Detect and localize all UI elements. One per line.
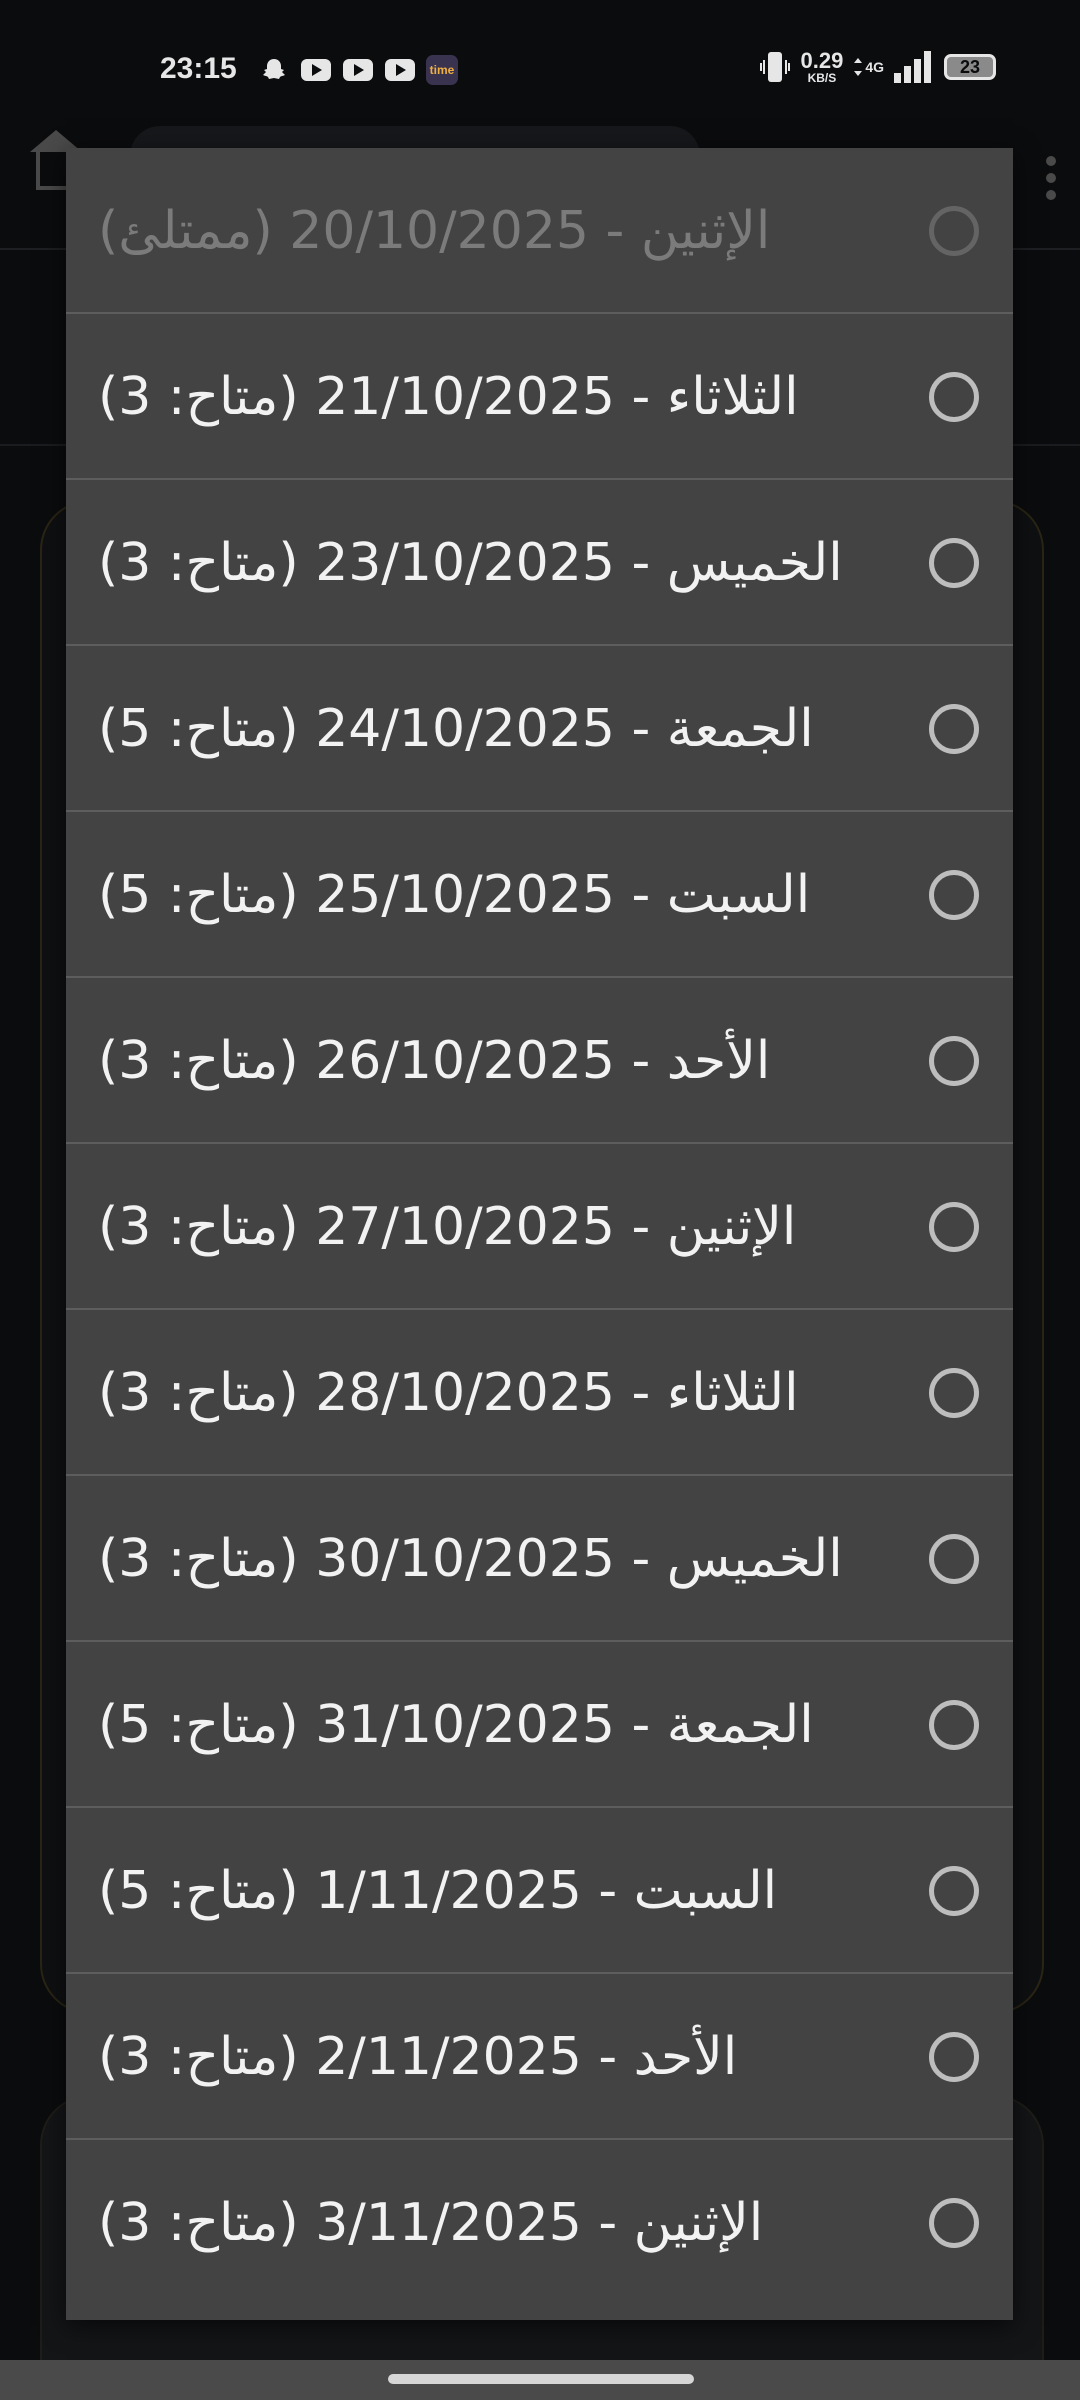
date-option-label: الخميس - 30/10/2025 (متاح: 3) bbox=[98, 1529, 843, 1589]
net-speed: 0.29 KB/S bbox=[800, 48, 844, 85]
radio-button[interactable] bbox=[929, 704, 979, 754]
radio-button[interactable] bbox=[929, 1036, 979, 1086]
date-option-label: الجمعة - 31/10/2025 (متاح: 5) bbox=[98, 1695, 814, 1755]
signal-icon bbox=[894, 51, 931, 83]
notification-icons: time bbox=[258, 55, 458, 85]
radio-button[interactable] bbox=[929, 1202, 979, 1252]
date-option[interactable]: الإثنين - 3/11/2025 (متاح: 3) bbox=[66, 2140, 1013, 2306]
overflow-menu-icon bbox=[1046, 156, 1056, 200]
status-time: 23:15 bbox=[160, 52, 237, 85]
data-arrows-icon bbox=[854, 58, 863, 76]
youtube-icon bbox=[342, 56, 374, 84]
vibrate-icon bbox=[760, 52, 791, 82]
radio-button[interactable] bbox=[929, 870, 979, 920]
date-option-label: الإثنين - 27/10/2025 (متاح: 3) bbox=[98, 1197, 797, 1257]
date-option-label: السبت - 25/10/2025 (متاح: 5) bbox=[98, 865, 811, 925]
date-option[interactable]: الجمعة - 31/10/2025 (متاح: 5) bbox=[66, 1642, 1013, 1808]
network-type: 4G bbox=[865, 59, 884, 75]
home-gesture-bar[interactable] bbox=[388, 2374, 694, 2384]
date-option[interactable]: الخميس - 23/10/2025 (متاح: 3) bbox=[66, 480, 1013, 646]
date-option[interactable]: السبت - 1/11/2025 (متاح: 5) bbox=[66, 1808, 1013, 1974]
radio-button[interactable] bbox=[929, 538, 979, 588]
date-option[interactable]: السبت - 25/10/2025 (متاح: 5) bbox=[66, 812, 1013, 978]
date-option-label: الخميس - 23/10/2025 (متاح: 3) bbox=[98, 533, 843, 593]
date-option[interactable]: الأحد - 2/11/2025 (متاح: 3) bbox=[66, 1974, 1013, 2140]
date-option[interactable]: الثلاثاء - 28/10/2025 (متاح: 3) bbox=[66, 1310, 1013, 1476]
radio-button[interactable] bbox=[929, 1866, 979, 1916]
date-option-label: الإثنين - 3/11/2025 (متاح: 3) bbox=[98, 2193, 764, 2253]
date-option[interactable]: الأحد - 26/10/2025 (متاح: 3) bbox=[66, 978, 1013, 1144]
radio-button bbox=[929, 206, 979, 256]
date-option: الإثنين - 20/10/2025 (ممتلئ) bbox=[66, 148, 1013, 314]
system-icons: 0.29 KB/S 4G 23 bbox=[760, 50, 996, 84]
snapchat-icon bbox=[258, 56, 290, 84]
date-option-label: الثلاثاء - 28/10/2025 (متاح: 3) bbox=[98, 1363, 799, 1423]
battery-icon: 23 bbox=[944, 54, 996, 80]
date-option-label: الجمعة - 24/10/2025 (متاح: 5) bbox=[98, 699, 814, 759]
date-option-label: الأحد - 26/10/2025 (متاح: 3) bbox=[98, 1031, 771, 1091]
radio-button[interactable] bbox=[929, 372, 979, 422]
date-option-label: الإثنين - 20/10/2025 (ممتلئ) bbox=[98, 201, 771, 261]
radio-button[interactable] bbox=[929, 2198, 979, 2248]
radio-button[interactable] bbox=[929, 1534, 979, 1584]
date-option-label: السبت - 1/11/2025 (متاح: 5) bbox=[98, 1861, 778, 1921]
radio-button[interactable] bbox=[929, 2032, 979, 2082]
date-option[interactable]: الخميس - 30/10/2025 (متاح: 3) bbox=[66, 1476, 1013, 1642]
radio-button[interactable] bbox=[929, 1700, 979, 1750]
time-app-icon: time bbox=[426, 55, 458, 85]
status-bar: 23:15 time 0.29 KB/S 4G 23 bbox=[0, 0, 1080, 140]
date-option-label: الأحد - 2/11/2025 (متاح: 3) bbox=[98, 2027, 738, 2087]
youtube-icon bbox=[384, 56, 416, 84]
radio-button[interactable] bbox=[929, 1368, 979, 1418]
date-option[interactable]: الجمعة - 24/10/2025 (متاح: 5) bbox=[66, 646, 1013, 812]
youtube-icon bbox=[300, 56, 332, 84]
date-selection-dialog: الإثنين - 20/10/2025 (ممتلئ) الثلاثاء - 2… bbox=[66, 148, 1013, 2320]
date-option[interactable]: الثلاثاء - 21/10/2025 (متاح: 3) bbox=[66, 314, 1013, 480]
screen: 23:15 time 0.29 KB/S 4G 23 الإثنين - 20/… bbox=[0, 0, 1080, 2400]
date-option-label: الثلاثاء - 21/10/2025 (متاح: 3) bbox=[98, 367, 799, 427]
date-option[interactable]: الإثنين - 27/10/2025 (متاح: 3) bbox=[66, 1144, 1013, 1310]
